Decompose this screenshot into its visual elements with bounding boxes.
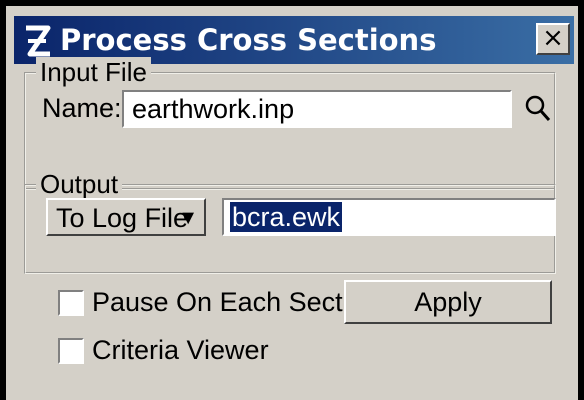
pause-on-each-section-checkbox[interactable] bbox=[58, 290, 84, 316]
chevron-down-icon: ▼ bbox=[178, 207, 198, 229]
search-icon[interactable] bbox=[524, 94, 552, 124]
name-input[interactable]: earthwork.inp bbox=[122, 90, 512, 128]
output-mode-dropdown[interactable]: To Log File ▼ bbox=[46, 198, 206, 236]
window-title: Process Cross Sections bbox=[60, 23, 437, 57]
close-icon: × bbox=[542, 23, 564, 53]
process-cross-sections-dialog: Process Cross Sections × Input File Name… bbox=[6, 6, 578, 400]
app-logo-icon bbox=[26, 25, 51, 57]
criteria-viewer-checkbox[interactable] bbox=[58, 338, 84, 364]
criteria-viewer-label: Criteria Viewer bbox=[92, 335, 269, 365]
output-group-label: Output bbox=[36, 169, 123, 199]
input-file-group-label: Input File bbox=[36, 57, 151, 87]
pause-on-each-section-label: Pause On Each Section bbox=[92, 287, 379, 317]
frame-border-right bbox=[578, 0, 584, 400]
apply-button[interactable]: Apply bbox=[344, 280, 552, 324]
output-file-input[interactable]: bcra.ewk bbox=[222, 198, 556, 236]
close-button[interactable]: × bbox=[536, 23, 570, 55]
output-mode-label: To Log File bbox=[56, 203, 189, 233]
window-frame: Process Cross Sections × Input File Name… bbox=[0, 0, 584, 400]
output-file-value: bcra.ewk bbox=[230, 202, 343, 232]
name-label: Name: bbox=[42, 93, 122, 123]
